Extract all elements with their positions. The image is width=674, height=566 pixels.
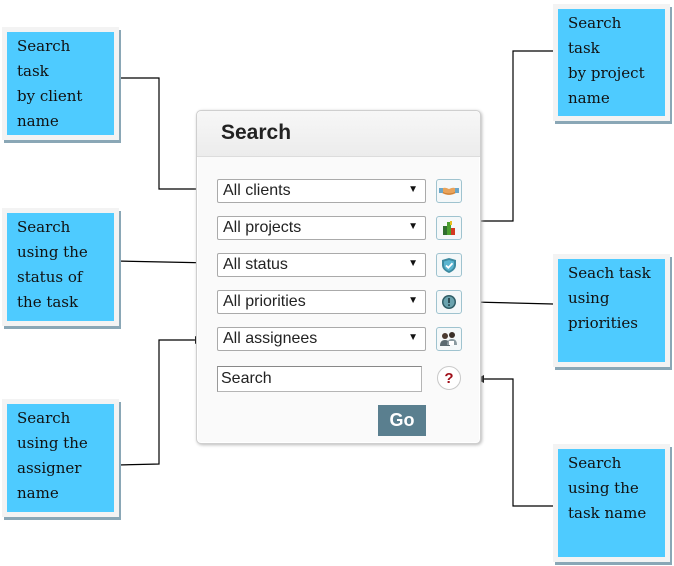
help-icon[interactable]: ?: [437, 366, 461, 390]
arrow-assigner: [117, 336, 203, 466]
callout-status: Search using the status of the task: [2, 208, 119, 326]
dropdown-arrow-icon: ▼: [408, 221, 418, 232]
search-panel: Search All clients ▼ All projects ▼ All …: [196, 110, 481, 444]
question-mark-glyph: ?: [444, 369, 454, 387]
callout-priorities-text: Seach task using priorities: [568, 264, 651, 332]
callout-client: Search task by client name: [2, 27, 119, 140]
dropdown-arrow-icon: ▼: [408, 295, 418, 306]
client-select-value: All clients: [223, 182, 291, 199]
go-button[interactable]: Go: [378, 405, 426, 436]
project-select[interactable]: All projects ▼: [217, 216, 426, 240]
callout-task-name-text: Search using the task name: [568, 454, 647, 522]
callout-status-text: Search using the status of the task: [17, 218, 88, 311]
client-select[interactable]: All clients ▼: [217, 179, 426, 203]
exclamation-circle-icon: [442, 295, 456, 309]
arrow-project: [472, 50, 553, 225]
status-icon-button[interactable]: [436, 253, 462, 277]
bar-chart-icon: [443, 221, 455, 235]
status-select-value: All status: [223, 256, 288, 273]
dropdown-arrow-icon: ▼: [408, 184, 418, 195]
arrow-priorities: [472, 298, 554, 307]
panel-header: Search: [197, 111, 480, 157]
status-select[interactable]: All status ▼: [217, 253, 426, 277]
dropdown-arrow-icon: ▼: [408, 258, 418, 269]
handshake-icon: [439, 187, 459, 195]
projects-icon-button[interactable]: [436, 216, 462, 240]
arrow-task-name: [476, 375, 553, 507]
clients-icon-button[interactable]: [436, 179, 462, 203]
shield-check-icon: [442, 257, 456, 273]
project-select-value: All projects: [223, 219, 302, 236]
callout-project: Search task by project name: [553, 4, 670, 121]
priorities-icon-button[interactable]: [436, 290, 462, 314]
panel-title: Search: [221, 121, 292, 144]
callout-assigner-text: Search using the assigner name: [17, 409, 88, 502]
dropdown-arrow-icon: ▼: [408, 332, 418, 343]
callout-priorities: Seach task using priorities: [553, 254, 670, 367]
assignee-select[interactable]: All assignees ▼: [217, 327, 426, 351]
priority-select[interactable]: All priorities ▼: [217, 290, 426, 314]
callout-task-name: Search using the task name: [553, 444, 670, 562]
callout-client-text: Search task by client name: [17, 37, 83, 130]
callout-project-text: Search task by project name: [568, 14, 645, 107]
people-icon: [440, 332, 457, 346]
assignee-select-value: All assignees: [223, 330, 318, 347]
search-input[interactable]: [217, 366, 422, 392]
callout-assigner: Search using the assigner name: [2, 399, 119, 517]
assignees-icon-button[interactable]: [436, 327, 462, 351]
priority-select-value: All priorities: [223, 293, 306, 310]
